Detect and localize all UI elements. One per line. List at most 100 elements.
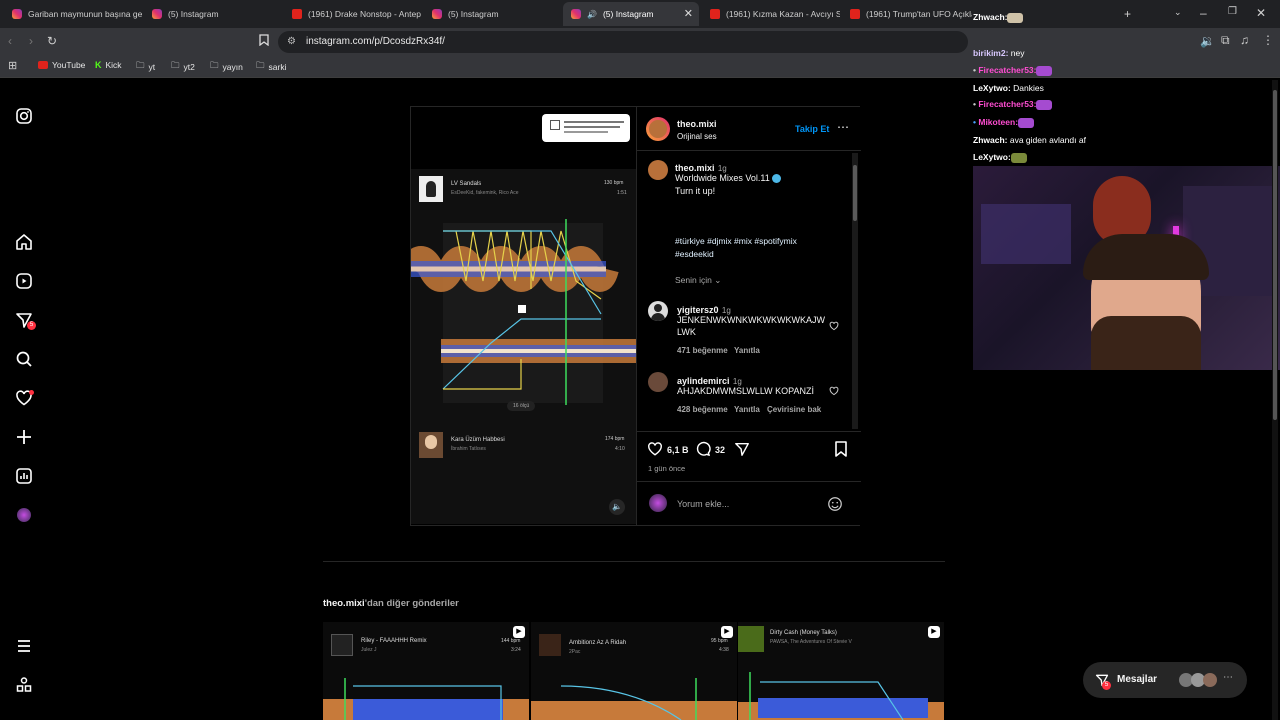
like-icon[interactable] <box>647 441 663 457</box>
comment-count[interactable]: 32 <box>715 445 725 455</box>
thumbnail-title: Riley - FAAAHHH Remix <box>361 638 427 644</box>
maximize-icon[interactable]: ❐ <box>1228 6 1237 17</box>
minimize-icon[interactable]: – <box>1200 6 1207 20</box>
more-options-icon[interactable]: ⋯ <box>837 120 849 134</box>
caption-avatar[interactable] <box>648 160 668 180</box>
thumbnail-artist: PAWSA, The Adventures Of Stevie V <box>770 639 852 645</box>
section-divider <box>323 561 945 562</box>
more-menu-icon[interactable] <box>15 637 33 655</box>
caption-hashtags-2[interactable]: #esdeekid <box>675 248 714 261</box>
post-media[interactable]: LV Sandals EsDeeKid, fakemink, Rico Ace … <box>411 107 636 525</box>
page-scrollbar[interactable] <box>1272 80 1278 720</box>
for-you-dropdown[interactable]: Senin için ⌄ <box>675 275 721 286</box>
back-icon[interactable]: ‹ <box>8 34 12 48</box>
chat-message: • Firecatcher53: <box>973 99 1053 110</box>
messages-button[interactable]: 5 Mesajlar ⋯ <box>1083 662 1247 698</box>
thumbnail-waveform <box>531 678 737 720</box>
like-comment-icon[interactable] <box>829 386 839 396</box>
comment-likes[interactable]: 471 beğenme <box>677 346 728 355</box>
scrollbar-thumb[interactable] <box>853 165 857 221</box>
close-window-icon[interactable]: ✕ <box>1256 6 1266 20</box>
author-username[interactable]: theo.mixi <box>677 119 717 129</box>
reply-button[interactable]: Yanıtla <box>734 405 760 414</box>
thumbnail-bpm: 95 bpm <box>711 638 728 644</box>
folder-icon: 🗀 <box>136 60 145 70</box>
browser-tab[interactable]: (5) Instagram <box>424 2 562 26</box>
comments-scrollbar[interactable] <box>852 153 858 429</box>
emote-icon <box>1010 152 1027 163</box>
comment-avatar[interactable] <box>648 372 668 392</box>
comment-avatar[interactable] <box>648 301 668 321</box>
dashboard-icon[interactable] <box>15 467 33 485</box>
instagram-logo-icon[interactable] <box>15 107 33 125</box>
reels-icon[interactable] <box>15 272 33 290</box>
post-thumbnail[interactable]: Dirty Cash (Money Talks) PAWSA, The Adve… <box>738 622 944 720</box>
bookmark-icon[interactable] <box>259 34 269 46</box>
track2-artist: İbrahim Tatlıses <box>451 446 486 452</box>
like-count[interactable]: 6,1 B <box>667 445 689 455</box>
instagram-icon <box>432 9 442 19</box>
browser-tab[interactable]: (5) Instagram <box>144 2 282 26</box>
post-thumbnail[interactable]: Riley - FAAAHHH Remix Julez J 144 bpm 3:… <box>323 622 529 720</box>
beats-selector[interactable]: 16 ölçü <box>507 401 536 411</box>
thumbnail-cover <box>539 634 561 656</box>
save-icon[interactable] <box>834 441 848 457</box>
reel-icon: ▶ <box>721 626 733 638</box>
apps-grid-icon[interactable]: ⊞ <box>8 59 17 72</box>
caption-hashtags[interactable]: #türkiye #djmix #mix #spotifymix <box>675 235 797 248</box>
post-thumbnail[interactable]: Ambitionz Az A Ridah 2Pac 95 bpm 4:38 ▶ <box>531 622 737 720</box>
speaker-icon[interactable]: 🔉 <box>1200 34 1215 48</box>
browser-tab[interactable]: (1961) Kızma Kazan - Avcıyı Si <box>702 2 840 26</box>
address-bar[interactable]: ⚙ instagram.com/p/DcosdzRx34f/ <box>278 31 968 53</box>
chevron-down-icon[interactable]: ⌄ <box>1174 7 1182 18</box>
site-info-icon[interactable]: ⚙ <box>287 31 296 53</box>
new-tab-icon[interactable]: + <box>1124 7 1131 21</box>
browser-tab[interactable]: Gariban maymunun başına ge <box>4 2 142 26</box>
bookmark-kick[interactable]: K Kick <box>95 60 122 70</box>
bookmark-youtube[interactable]: YouTube <box>38 60 85 70</box>
author-avatar[interactable] <box>646 117 670 141</box>
extensions-icon[interactable]: ⧉ <box>1221 33 1230 48</box>
menu-dots-icon[interactable]: ⋮ <box>1262 33 1274 47</box>
search-icon[interactable] <box>15 350 33 368</box>
create-icon[interactable] <box>15 428 33 446</box>
scrollbar-thumb[interactable] <box>1273 90 1277 420</box>
forward-icon[interactable]: › <box>29 34 33 48</box>
streamer-hair <box>1083 234 1209 280</box>
thumbnail-time: 3:24 <box>511 647 521 653</box>
thumbnail-cover <box>738 626 764 652</box>
speaker-icon: 🔊 <box>587 9 597 19</box>
browser-tab[interactable]: (1961) Trump'tan UFO Açıklam <box>842 2 972 26</box>
audio-label[interactable]: Orijinal ses <box>677 132 717 141</box>
translate-button[interactable]: Çevirisine bak <box>767 405 821 414</box>
profile-avatar[interactable] <box>17 508 31 522</box>
bookmark-folder[interactable]: 🗀 yt <box>136 60 155 74</box>
messages-label: Mesajlar <box>1117 674 1158 685</box>
bookmark-folder[interactable]: 🗀 yt2 <box>171 60 195 74</box>
badge-icon: • <box>973 65 976 75</box>
also-from-meta-icon[interactable] <box>15 676 33 694</box>
reload-icon[interactable]: ↻ <box>47 34 57 48</box>
emoji-icon[interactable] <box>827 496 843 512</box>
comment-likes[interactable]: 428 beğenme <box>677 405 728 414</box>
comment-input[interactable]: Yorum ekle... <box>677 499 729 509</box>
reel-icon: ▶ <box>513 626 525 638</box>
more-posts-username[interactable]: theo.mixi <box>323 598 365 609</box>
share-icon[interactable] <box>734 441 750 457</box>
thumbnail-title: Ambitionz Az A Ridah <box>569 640 627 646</box>
browser-tab[interactable]: (1961) Drake Nonstop - Antep <box>284 2 422 26</box>
bookmark-folder[interactable]: 🗀 sarki <box>256 60 286 74</box>
youtube-icon <box>38 61 48 69</box>
mute-toggle-icon[interactable]: 🔈 <box>609 499 625 515</box>
instagram-icon <box>12 9 22 19</box>
follow-button[interactable]: Takip Et <box>795 124 829 134</box>
music-icon[interactable]: ♫ <box>1240 33 1249 47</box>
reply-button[interactable]: Yanıtla <box>734 346 760 355</box>
bookmark-folder[interactable]: 🗀 yayın <box>210 60 243 74</box>
thumbnail-cover <box>331 634 353 656</box>
home-icon[interactable] <box>15 233 33 251</box>
close-tab-icon[interactable]: ✕ <box>684 7 693 20</box>
like-comment-icon[interactable] <box>829 321 839 331</box>
browser-tab-active[interactable]: 🔊 (5) Instagram ✕ <box>563 2 699 26</box>
comment-icon[interactable] <box>695 441 711 457</box>
